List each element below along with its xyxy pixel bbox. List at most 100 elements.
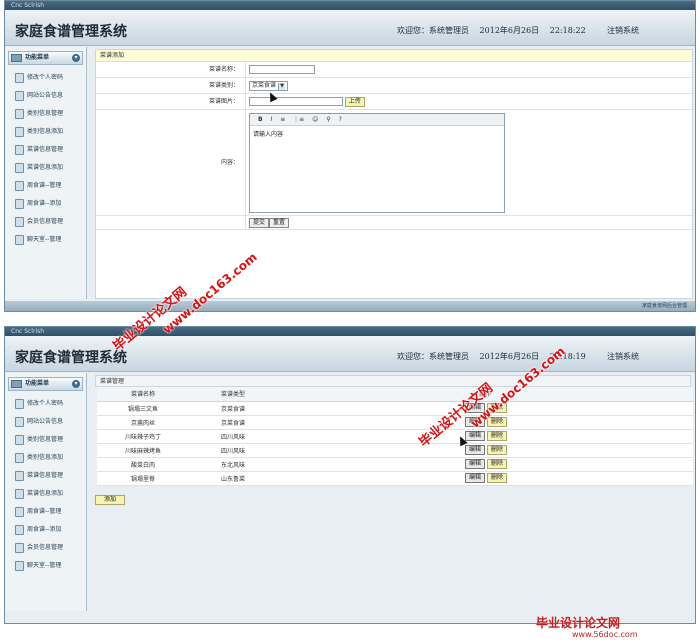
menu-header[interactable]: 功能菜单 ▾ (8, 377, 83, 391)
menu-header[interactable]: 功能菜单 ▾ (8, 51, 83, 65)
sidebar-item-recipe-add[interactable]: 菜谱信息添加 (5, 485, 86, 503)
user-icon (15, 73, 24, 83)
collapse-icon[interactable]: ▾ (72, 380, 80, 388)
sidebar-item-chatroom[interactable]: 聊天室--管理 (5, 557, 86, 575)
editor-placeholder[interactable]: 请输入内容 (250, 126, 504, 141)
collapse-icon[interactable]: ▾ (72, 54, 80, 62)
submit-button[interactable]: 提交 (249, 217, 270, 228)
delete-button[interactable]: 删除 (486, 445, 507, 455)
sidebar-item-change-password[interactable]: 修改个人密码 (5, 395, 86, 413)
type-label: 菜谱类别： (96, 78, 246, 93)
sidebar-item-members[interactable]: 会员信息管理 (5, 213, 86, 231)
user-icon (15, 91, 24, 101)
recipe-name-cell: 锅塌三文鱼 (97, 401, 189, 416)
sidebar-menu: 功能菜单 ▾ 修改个人密码 网站公告信息 类别信息管理 类别信息添加 菜谱信息管… (5, 373, 87, 611)
sidebar-item-announcements[interactable]: 网站公告信息 (5, 87, 86, 105)
user-icon (15, 217, 24, 227)
sidebar-item-recipe-manage[interactable]: 菜谱信息管理 (5, 141, 86, 159)
actions-cell: 编辑 删除 (277, 471, 693, 486)
user-icon (15, 507, 24, 517)
name-label: 菜谱名称： (96, 62, 246, 77)
section-title: 菜谱管理 (95, 375, 691, 387)
sidebar-item-weekly-add[interactable]: 周食谱--添加 (5, 195, 86, 213)
sidebar-item-weekly-manage[interactable]: 周食谱--管理 (5, 177, 86, 195)
sidebar-item-change-password[interactable]: 修改个人密码 (5, 69, 86, 87)
sidebar-item-weekly-add[interactable]: 周食谱--添加 (5, 521, 86, 539)
table-row: 锅塌三文鱼 京菜食谱 编辑 删除 (97, 401, 693, 416)
sidebar-item-recipe-add[interactable]: 菜谱信息添加 (5, 159, 86, 177)
user-icon (15, 199, 24, 209)
edit-button[interactable]: 编辑 (465, 431, 486, 441)
sidebar-item-category-add[interactable]: 类别信息添加 (5, 123, 86, 141)
welcome-info: 欢迎您：系统管理员 2012年6月26日 22:18:22 (397, 25, 594, 36)
chevron-down-icon[interactable]: ▼ (278, 82, 286, 90)
name-row: 菜谱名称： (96, 62, 692, 78)
sidebar-item-members[interactable]: 会员信息管理 (5, 539, 86, 557)
upload-button[interactable]: 上传 (344, 96, 365, 107)
recipe-name-input[interactable] (249, 65, 315, 74)
help-icon[interactable]: ? (339, 116, 342, 123)
welcome-text: 欢迎您：系统管理员 (397, 352, 469, 361)
table-row: 锅塌里脊 山东鲁菜 编辑 删除 (97, 471, 693, 486)
bold-icon[interactable]: B (258, 116, 263, 123)
recipe-name-cell: 川味辣子鸡丁 (97, 429, 189, 444)
welcome-text: 欢迎您：系统管理员 (397, 26, 469, 35)
recipe-table: 菜谱名称 菜谱类型 操作 锅塌三文鱼 京菜食谱 编辑 删除 京酱肉丝 京菜食谱 编辑 删除… (97, 387, 693, 486)
sidebar-item-announcements[interactable]: 网站公告信息 (5, 413, 86, 431)
user-icon (15, 235, 24, 245)
recipe-manage-window: Cnc Sclrish 家庭食谱管理系统 欢迎您：系统管理员 2012年6月26… (4, 326, 696, 624)
sidebar-item-category-add[interactable]: 类别信息添加 (5, 449, 86, 467)
editor-toolbar: B I ≡ ⋮≡ ☺ ⚲ ? (250, 114, 504, 126)
image-insert-icon[interactable]: ⚲ (326, 116, 330, 123)
recipe-name-cell: 锅塌里脊 (97, 471, 189, 486)
sidebar-item-category-manage[interactable]: 类别信息管理 (5, 105, 86, 123)
rich-text-editor[interactable]: B I ≡ ⋮≡ ☺ ⚲ ? 请输入内容 (249, 113, 505, 213)
footer-logo: 毕业设计论文网 (536, 616, 621, 630)
italic-icon[interactable]: I (271, 116, 273, 123)
user-icon (15, 525, 24, 535)
user-icon (15, 453, 24, 463)
emoticon-icon[interactable]: ☺ (312, 116, 318, 123)
logout-link[interactable]: 注销系统 (607, 351, 639, 362)
user-icon (15, 127, 24, 137)
sidebar-item-weekly-manage[interactable]: 周食谱--管理 (5, 503, 86, 521)
sidebar-item-recipe-manage[interactable]: 菜谱信息管理 (5, 467, 86, 485)
edit-button[interactable]: 编辑 (465, 473, 486, 483)
delete-button[interactable]: 删除 (486, 459, 507, 469)
reset-button[interactable]: 重置 (269, 217, 290, 228)
window-title-bar: Cnc Sclrish (5, 1, 695, 10)
type-row: 菜谱类别： 京菜食谱 ▼ (96, 78, 692, 94)
unordered-list-icon[interactable]: ⋮≡ (293, 116, 304, 123)
ordered-list-icon[interactable]: ≡ (280, 116, 285, 123)
user-icon (15, 417, 24, 427)
menu-icon (11, 54, 22, 62)
delete-button[interactable]: 删除 (486, 473, 507, 483)
table-header-row: 菜谱名称 菜谱类型 操作 (97, 387, 693, 402)
recipe-image-input[interactable] (249, 97, 343, 106)
recipe-type-cell: 四川风味 (189, 429, 277, 444)
add-recipe-button[interactable]: 添加 (95, 495, 126, 505)
user-icon (15, 181, 24, 191)
system-title: 家庭食谱管理系统 (15, 24, 127, 40)
sidebar-item-category-manage[interactable]: 类别信息管理 (5, 431, 86, 449)
recipe-name-cell: 川味麻辣烤鱼 (97, 443, 189, 458)
edit-button[interactable]: 编辑 (465, 445, 486, 455)
time-text: 22:18:22 (549, 26, 586, 35)
system-title: 家庭食谱管理系统 (15, 350, 127, 366)
sidebar-menu: 功能菜单 ▾ 修改个人密码 网站公告信息 类别信息管理 类别信息添加 菜谱信息管… (5, 47, 87, 299)
recipe-type-cell: 东北风味 (189, 457, 277, 472)
logout-link[interactable]: 注销系统 (607, 25, 639, 36)
delete-button[interactable]: 删除 (486, 431, 507, 441)
image-row: 菜谱图片： 上传 (96, 94, 692, 110)
add-recipe-form: 菜谱添加 菜谱名称： 菜谱类别： 京菜食谱 ▼ 菜谱图片： 上传 内容： B I … (95, 49, 693, 299)
recipe-type-select[interactable]: 京菜食谱 ▼ (249, 80, 289, 91)
edit-button[interactable]: 编辑 (465, 459, 486, 469)
actions-cell: 编辑 删除 (277, 429, 693, 444)
column-header: 菜谱名称 (97, 387, 189, 402)
sidebar-item-chatroom[interactable]: 聊天室--管理 (5, 231, 86, 249)
recipe-name-cell: 京酱肉丝 (97, 415, 189, 430)
footer-url: www.56doc.com (572, 630, 638, 639)
recipe-type-cell: 山东鲁菜 (189, 471, 277, 486)
content-row: 内容： B I ≡ ⋮≡ ☺ ⚲ ? 请输入内容 (96, 110, 692, 216)
section-title: 菜谱添加 (96, 50, 692, 62)
